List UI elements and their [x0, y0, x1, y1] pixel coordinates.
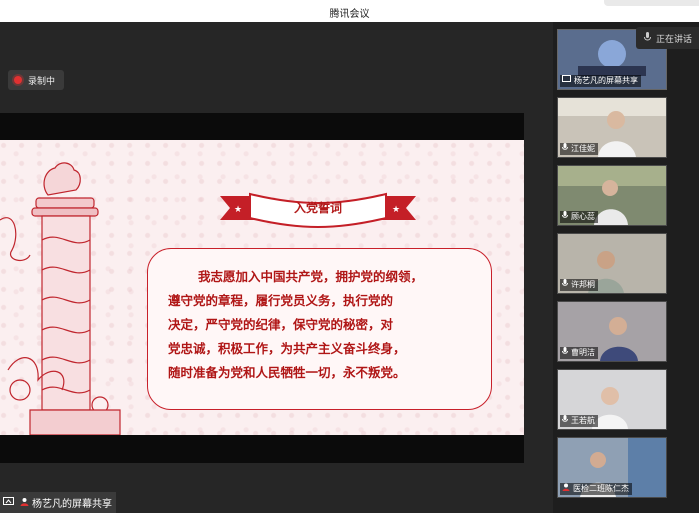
microphone-icon — [644, 31, 651, 45]
participant-sidebar: 杨艺凡的屏幕共享 江佳妮 顾心蕊 许邦桐 曹明洁 王若航 医检二班陈仁杰 — [553, 22, 699, 513]
participant-name: 杨艺凡的屏幕共享 — [574, 76, 638, 85]
participant-name-tag: 顾心蕊 — [560, 211, 598, 223]
participant-name-tag: 江佳妮 — [560, 143, 598, 155]
oath-text-box: 我志愿加入中国共产党，拥护党的纲领， 遵守党的章程，履行党员义务，执行党的 决定… — [147, 248, 492, 410]
speaking-label: 正在讲话 — [656, 34, 693, 45]
microphone-icon — [562, 415, 568, 427]
participant-tile[interactable]: 曹明洁 — [557, 301, 667, 362]
oath-line: 遵守党的章程，履行党员义务，执行党的 — [168, 293, 394, 308]
participant-tile[interactable]: 王若航 — [557, 369, 667, 430]
participant-name-tag: 医检二班陈仁杰 — [560, 483, 632, 495]
participant-name: 王若航 — [571, 416, 595, 425]
microphone-icon — [562, 347, 568, 359]
window-corner-tab — [604, 0, 699, 6]
participant-tile[interactable]: 医检二班陈仁杰 — [557, 437, 667, 498]
recording-indicator[interactable]: 录制中 — [8, 70, 64, 90]
recording-label: 录制中 — [28, 76, 56, 87]
screen-share-icon — [3, 496, 14, 509]
participant-name: 许邦桐 — [571, 280, 595, 289]
participant-name: 曹明洁 — [571, 348, 595, 357]
participant-tile[interactable]: 许邦桐 — [557, 233, 667, 294]
svg-text:★: ★ — [392, 205, 400, 215]
huabiao-pillar-illustration — [0, 162, 121, 435]
title-bar: 腾讯会议 — [0, 0, 699, 22]
participant-name-tag: 曹明洁 — [560, 347, 598, 359]
screen-share-area[interactable]: ★ ★ 入党誓词 我志愿加入中国共产党，拥护党的纲领， 遵守党的章程，履行党员义… — [0, 113, 524, 463]
user-avatar-icon — [562, 483, 570, 495]
participant-name: 顾心蕊 — [571, 212, 595, 221]
record-dot-icon — [14, 76, 22, 84]
participant-name-tag: 王若航 — [560, 415, 598, 427]
presenter-label[interactable]: 杨艺凡的屏幕共享 — [0, 492, 116, 513]
oath-line: 党忠诚，积极工作，为共产主义奋斗终身， — [168, 341, 406, 356]
oath-line: 决定，严守党的纪律，保守党的秘密，对 — [168, 317, 394, 332]
speaking-indicator: 正在讲话 — [636, 27, 699, 49]
participant-name: 医检二班陈仁杰 — [573, 484, 629, 493]
participant-tile[interactable]: 顾心蕊 — [557, 165, 667, 226]
microphone-icon — [562, 143, 568, 155]
svg-text:★: ★ — [234, 205, 242, 215]
window-title: 腾讯会议 — [329, 9, 370, 20]
presentation-slide: ★ ★ 入党誓词 我志愿加入中国共产党，拥护党的纲领， 遵守党的章程，履行党员义… — [0, 140, 524, 435]
oath-line: 我志愿加入中国共产党，拥护党的纲领， — [198, 269, 424, 284]
participant-tile[interactable]: 江佳妮 — [557, 97, 667, 158]
slide-heading: 入党誓词 — [293, 201, 342, 215]
microphone-icon — [562, 279, 568, 291]
oath-text: 我志愿加入中国共产党，拥护党的纲领， 遵守党的章程，履行党员义务，执行党的 决定… — [168, 265, 477, 385]
microphone-icon — [562, 211, 568, 223]
presenter-name: 杨艺凡的屏幕共享 — [32, 499, 112, 510]
participant-name-tag: 杨艺凡的屏幕共享 — [560, 75, 641, 87]
participant-name-tag: 许邦桐 — [560, 279, 598, 291]
participant-name: 江佳妮 — [571, 144, 595, 153]
oath-line: 随时准备为党和人民牺牲一切，永不叛党。 — [168, 365, 406, 380]
screen-share-icon — [562, 75, 571, 87]
user-avatar-icon — [20, 497, 29, 509]
